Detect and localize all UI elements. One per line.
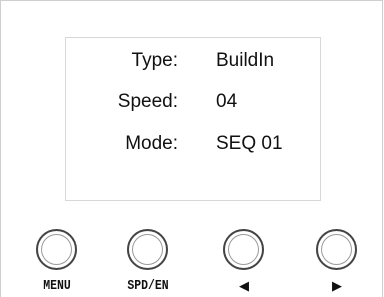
lcd-display: Type: BuildIn Speed: 04 Mode: SEQ 01 [65,37,321,201]
right-arrow-icon: ▶ [332,279,342,294]
control-panel: Type: BuildIn Speed: 04 Mode: SEQ 01 MEN… [0,0,383,297]
right-button[interactable] [316,229,357,270]
spd-en-button[interactable] [127,229,168,270]
menu-button-label: MENU [43,278,71,294]
spd-en-button-label: SPD/EN [127,278,169,294]
mode-value: SEQ 01 [216,133,283,154]
type-label: Type: [131,50,178,71]
mode-row: Mode: SEQ 01 [66,131,320,157]
menu-button[interactable] [36,229,77,270]
left-button[interactable] [223,229,264,270]
type-value: BuildIn [216,50,275,71]
speed-value: 04 [216,91,238,112]
mode-label: Mode: [125,133,178,154]
speed-label: Speed: [117,91,178,112]
left-arrow-icon: ◀ [239,279,249,294]
speed-row: Speed: 04 [66,89,320,115]
type-row: Type: BuildIn [66,48,320,74]
